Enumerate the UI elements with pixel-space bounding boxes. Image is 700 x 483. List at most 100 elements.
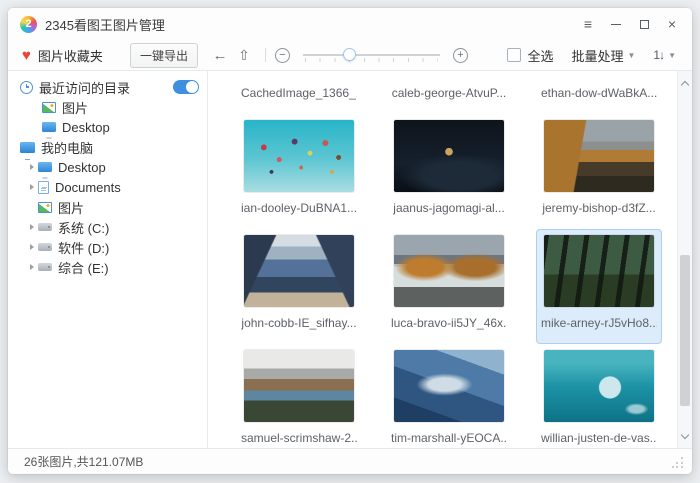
clock-icon	[20, 81, 33, 94]
grid-cell: samuel-scrimshaw-2...	[224, 344, 374, 448]
maximize-button[interactable]	[634, 14, 654, 34]
select-all-label[interactable]: 全选	[527, 46, 553, 65]
expander-icon[interactable]	[30, 224, 34, 230]
zoom-in-icon[interactable]: +	[453, 48, 468, 63]
vertical-scrollbar[interactable]	[677, 71, 692, 448]
image-item[interactable]: samuel-scrimshaw-2...	[236, 344, 362, 448]
sidebar-item-label: 图片	[62, 98, 88, 117]
sidebar: 最近访问的目录图片Desktop我的电脑DesktopDocuments图片系统…	[8, 71, 208, 448]
zoom-out-icon[interactable]: −	[275, 48, 290, 63]
grid-cell: caleb-george-AtvuP...	[374, 71, 524, 114]
image-filename: luca-bravo-ii5JY_46x...	[391, 316, 507, 330]
thumbnail-grid: CachedImage_1366_... caleb-george-AtvuP..…	[208, 71, 692, 448]
sidebar-item-desktop[interactable]: Desktop	[8, 117, 207, 137]
image-item[interactable]: ian-dooley-DuBNA1...	[236, 114, 362, 229]
image-item[interactable]: mike-arney-rJ5vHo8...	[536, 229, 662, 344]
sidebar-item-label: 图片	[58, 198, 84, 217]
close-button[interactable]: ×	[662, 14, 682, 34]
image-item[interactable]: CachedImage_1366_...	[236, 71, 362, 114]
resize-grip[interactable]	[672, 456, 684, 468]
image-filename: jeremy-bishop-d3fZ...	[541, 201, 657, 215]
slider-thumb[interactable]	[343, 48, 356, 61]
sidebar-item--c-[interactable]: 系统 (C:)	[8, 217, 207, 237]
image-filename: tim-marshall-yEOCA...	[391, 431, 507, 445]
grid-cell: CachedImage_1366_...	[224, 71, 374, 114]
image-item[interactable]: jeremy-bishop-d3fZ...	[536, 114, 662, 229]
app-title: 2345看图王图片管理	[45, 15, 578, 34]
image-item[interactable]: luca-bravo-ii5JY_46x...	[386, 229, 512, 344]
recent-toggle[interactable]	[173, 80, 199, 94]
select-all-checkbox[interactable]	[507, 48, 521, 62]
grid-cell: john-cobb-IE_sifhay...	[224, 229, 374, 344]
image-thumbnail	[544, 235, 654, 307]
image-item[interactable]: tim-marshall-yEOCA...	[386, 344, 512, 448]
status-text: 26张图片,共121.07MB	[24, 453, 672, 470]
sidebar-item-label: Documents	[55, 180, 121, 195]
sidebar-item--[interactable]: 图片	[8, 197, 207, 217]
document-icon	[38, 181, 49, 194]
image-thumbnail	[544, 120, 654, 192]
image-item[interactable]: caleb-george-AtvuP...	[386, 71, 512, 114]
toolbar: ♥ 图片收藏夹 一键导出 ← ⇧ − + 全选 批量处理 ▼ 1↓	[8, 40, 692, 71]
statusbar: 26张图片,共121.07MB	[8, 448, 692, 474]
sort-menu[interactable]: 1↓ ▼	[653, 48, 676, 62]
image-thumbnail	[394, 235, 504, 307]
image-item[interactable]: john-cobb-IE_sifhay...	[236, 229, 362, 344]
expander-icon[interactable]	[30, 184, 34, 190]
toolbar-right: 全选 批量处理 ▼ 1↓ ▼	[507, 46, 692, 65]
chevron-down-icon: ▼	[627, 51, 635, 60]
scrollbar-thumb[interactable]	[680, 255, 690, 406]
image-thumbnail	[394, 120, 504, 192]
monitor-icon	[42, 122, 56, 132]
image-filename: john-cobb-IE_sifhay...	[241, 316, 357, 330]
slider-ticks	[305, 58, 438, 62]
grid-cell: jaanus-jagomagi-al...	[374, 114, 524, 229]
image-thumbnail	[544, 350, 654, 422]
computer-icon	[20, 142, 35, 153]
back-icon[interactable]: ←	[208, 47, 232, 64]
sidebar-item-label: Desktop	[62, 120, 110, 135]
image-filename: CachedImage_1366_...	[241, 86, 357, 100]
image-item[interactable]: ethan-dow-dWaBkA...	[536, 71, 662, 114]
batch-menu[interactable]: 批量处理 ▼	[571, 46, 635, 65]
minimize-button[interactable]	[606, 14, 626, 34]
app-logo-icon: 2	[20, 16, 37, 33]
sidebar-item--d-[interactable]: 软件 (D:)	[8, 237, 207, 257]
up-level-icon[interactable]: ⇧	[232, 47, 256, 64]
export-button[interactable]: 一键导出	[130, 43, 198, 68]
sidebar-item-label: Desktop	[58, 160, 106, 175]
sidebar-item-desktop[interactable]: Desktop	[8, 157, 207, 177]
grid-cell: ian-dooley-DuBNA1...	[224, 114, 374, 229]
slider-track	[303, 54, 440, 56]
image-item[interactable]: jaanus-jagomagi-al...	[386, 114, 512, 229]
image-icon	[42, 102, 56, 113]
grid-cell: willian-justen-de-vas...	[524, 344, 674, 448]
sidebar-item-label: 我的电脑	[41, 138, 93, 157]
expander-icon[interactable]	[30, 244, 34, 250]
toolbar-left: ♥ 图片收藏夹 一键导出	[8, 43, 208, 68]
sidebar-item-documents[interactable]: Documents	[8, 177, 207, 197]
toolbar-separator	[265, 48, 266, 62]
expander-icon	[30, 204, 34, 210]
main-area: 最近访问的目录图片Desktop我的电脑DesktopDocuments图片系统…	[8, 71, 692, 448]
content-area: CachedImage_1366_... caleb-george-AtvuP..…	[208, 71, 692, 448]
grid-cell: tim-marshall-yEOCA...	[374, 344, 524, 448]
zoom-slider[interactable]	[303, 46, 440, 64]
image-item[interactable]: willian-justen-de-vas...	[536, 344, 662, 448]
sidebar-item--e-[interactable]: 综合 (E:)	[8, 257, 207, 277]
sidebar-item-recent[interactable]: 最近访问的目录	[8, 77, 207, 97]
expander-icon[interactable]	[30, 164, 34, 170]
image-thumbnail	[244, 235, 354, 307]
image-filename: ethan-dow-dWaBkA...	[541, 86, 657, 100]
titlebar: 2 2345看图王图片管理 ≡ ×	[8, 8, 692, 40]
scroll-up-icon[interactable]	[681, 79, 689, 87]
sidebar-item-图片[interactable]: 图片	[8, 97, 207, 117]
image-thumbnail	[244, 350, 354, 422]
drive-icon	[38, 223, 52, 231]
expander-icon[interactable]	[30, 264, 34, 270]
sidebar-item-my-computer[interactable]: 我的电脑	[8, 137, 207, 157]
scroll-down-icon[interactable]	[681, 432, 689, 440]
grid-cell: mike-arney-rJ5vHo8...	[524, 229, 674, 344]
menu-icon[interactable]: ≡	[578, 14, 598, 34]
sidebar-item-label: 系统 (C:)	[58, 218, 109, 237]
